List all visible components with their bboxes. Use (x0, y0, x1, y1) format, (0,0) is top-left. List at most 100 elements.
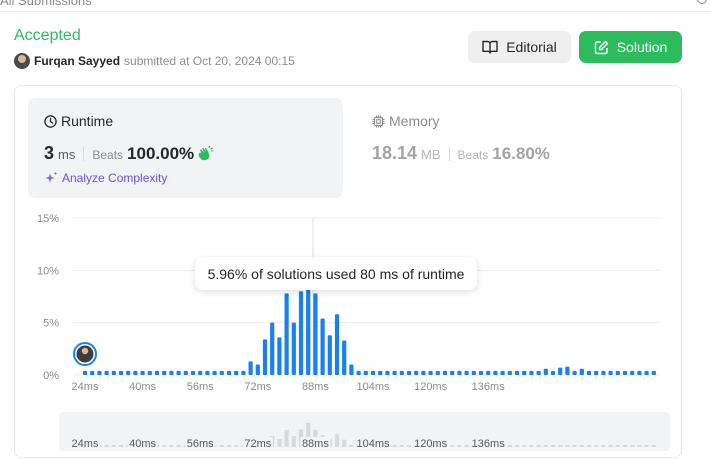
minimap-bar (601, 445, 606, 447)
analyze-complexity-button[interactable]: Analyze Complexity (44, 171, 167, 185)
chart-bar (176, 370, 181, 375)
solution-button[interactable]: Solution (579, 31, 682, 63)
chart-bar (320, 318, 325, 375)
chart-bar (644, 370, 649, 375)
chart-bar (378, 370, 383, 375)
chart-bar (572, 370, 577, 375)
chart-bar (140, 370, 145, 375)
memory-unit: MB (421, 147, 441, 162)
chart-bar (190, 370, 196, 375)
chart-bar (457, 370, 462, 375)
chart-bar (370, 370, 376, 375)
chart-bar (522, 370, 527, 375)
chip-icon (372, 115, 385, 127)
chart-bar (399, 370, 404, 375)
runtime-unit: ms (58, 147, 76, 162)
status-accepted: Accepted (14, 27, 81, 44)
chart-bar (334, 314, 340, 375)
x-tick-label: 104ms (356, 381, 390, 393)
minimap-bar (586, 445, 592, 447)
divider (83, 146, 85, 161)
chart-bar (90, 370, 95, 375)
minimap-bar (514, 445, 520, 447)
minimap-bar (406, 445, 412, 447)
minimap-bar (529, 445, 534, 447)
avatar-face (81, 347, 89, 355)
chart-bar (291, 322, 296, 375)
runtime-beats-label: Beats (92, 148, 124, 162)
minimap-bar (622, 445, 628, 447)
breadcrumb-all-submissions[interactable]: All Submissions (0, 0, 92, 8)
memory-beats-label: Beats (457, 148, 489, 162)
chart-bar (630, 370, 635, 375)
chart-bar (212, 370, 217, 375)
chart-bar (363, 370, 368, 375)
minimap-tick-label: 40ms (129, 438, 156, 450)
chart-bar (97, 370, 102, 375)
chart-bar (406, 370, 412, 375)
avatar[interactable] (14, 53, 30, 69)
chart-bar (154, 370, 160, 375)
minimap-tick-label: 88ms (302, 438, 329, 450)
chart-bar (262, 339, 268, 375)
minimap-bar (169, 445, 174, 447)
chart-bar (478, 370, 484, 375)
minimap-bar (219, 445, 224, 447)
minimap-bar (543, 445, 548, 447)
minimap-bar (630, 445, 635, 447)
minimap-bar (162, 445, 167, 447)
memory-panel[interactable]: Memory 18.14 MB Beats 16.80% (356, 98, 671, 198)
chart-bar (507, 370, 512, 375)
minimap-bar (118, 445, 124, 447)
chart-bar (464, 370, 469, 375)
runtime-distribution-chart[interactable]: 15% 10% 5% 0% 24ms 40ms 56ms 72ms 88ms 104ms 120ms… (15, 204, 681, 454)
sparkle-icon (45, 171, 58, 183)
chart-bar (277, 337, 282, 375)
minimap-bar (507, 445, 512, 447)
chart-bar (118, 370, 124, 375)
chart-bar (550, 370, 556, 375)
chart-bar (356, 370, 361, 375)
chart-bar (147, 370, 152, 375)
editorial-label: Editorial (506, 39, 557, 55)
chart-bar (234, 370, 239, 375)
chart-bar (594, 370, 599, 375)
minimap-bar (226, 445, 232, 447)
runtime-panel[interactable]: Runtime 3 ms Beats 100.00% Analyze Compl… (28, 98, 343, 198)
memory-beats-value: 16.80% (492, 144, 550, 163)
editorial-button[interactable]: Editorial (468, 31, 571, 63)
submitter-row: Furqan Sayyed submitted at Oct 20, 2024 … (14, 53, 295, 69)
x-tick-label: 120ms (414, 381, 448, 393)
chart-bar (428, 370, 433, 375)
minimap-bar (637, 445, 642, 447)
minimap-tick-label: 72ms (244, 438, 271, 450)
minimap-bar (176, 445, 181, 447)
chart-bar (226, 370, 232, 375)
minimap-bar (550, 445, 556, 447)
minimap-bar (284, 429, 289, 447)
minimap-bar (594, 445, 599, 447)
chart-bar (450, 370, 455, 375)
minimap-tick-label: 136ms (472, 438, 506, 450)
minimap-bar (277, 439, 282, 447)
submitted-time: submitted at Oct 20, 2024 00:15 (124, 54, 295, 68)
chart-tooltip: 5.96% of solutions used 80 ms of runtime (195, 257, 477, 290)
chart-bar (183, 370, 188, 375)
minimap-tick-label: 24ms (72, 438, 99, 450)
book-icon (482, 40, 498, 54)
memory-values: 18.14 MB Beats 16.80% (372, 143, 550, 164)
chart-bar (435, 370, 440, 375)
chart-bar (486, 370, 491, 375)
x-tick-label: 40ms (129, 381, 156, 393)
user-name[interactable]: Furqan Sayyed (34, 54, 120, 68)
chart-bar (104, 370, 109, 375)
search-icon[interactable] (697, 0, 707, 4)
chart-bar (543, 368, 548, 375)
chart-bar (651, 370, 656, 375)
chart-bar (536, 370, 541, 375)
chart-bar (392, 370, 397, 375)
minimap-bar (522, 445, 527, 447)
chart-bar (111, 370, 116, 375)
x-tick-label: 56ms (187, 381, 214, 393)
runtime-title-label: Runtime (61, 113, 114, 129)
